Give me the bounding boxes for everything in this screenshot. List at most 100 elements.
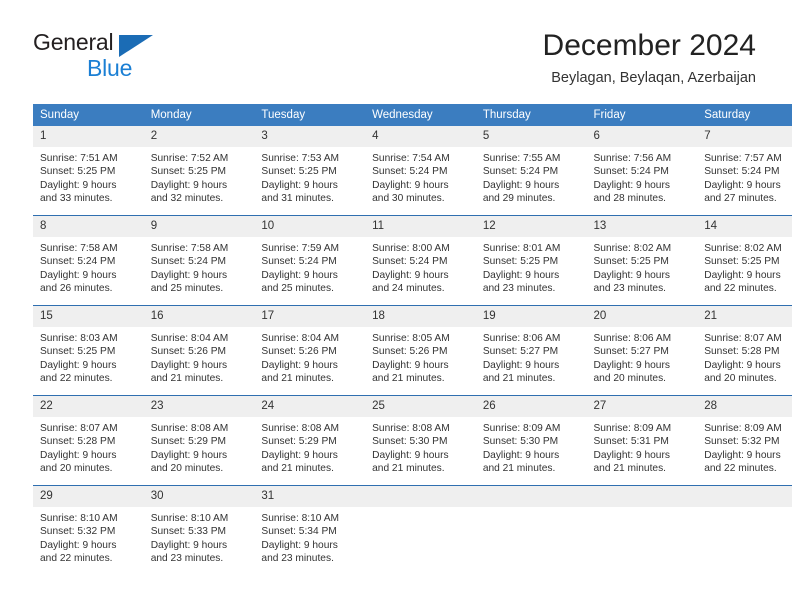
day-cell[interactable]: 27 Sunrise: 8:09 AM Sunset: 5:31 PM Dayligh…	[586, 395, 698, 486]
daylight-text-line2: and 20 minutes.	[150, 463, 224, 475]
page-title: December 2024	[542, 29, 756, 62]
day-number: 20	[586, 306, 698, 327]
day-cell[interactable]: 17 Sunrise: 8:04 AM Sunset: 5:26 PM Dayligh…	[254, 305, 366, 396]
day-number: 10	[254, 216, 366, 237]
day-cell[interactable]: 24 Sunrise: 8:08 AM Sunset: 5:29 PM Dayligh…	[254, 395, 366, 486]
sunset-text: Sunset: 5:32 PM	[40, 526, 116, 538]
day-details: Sunrise: 7:51 AM Sunset: 5:25 PM Daylight:…	[33, 147, 144, 206]
daylight-text-line2: and 25 minutes.	[150, 283, 224, 295]
day-details: Sunrise: 8:01 AM Sunset: 5:25 PM Daylight:…	[476, 237, 587, 296]
day-details: Sunrise: 8:09 AM Sunset: 5:30 PM Daylight:…	[476, 417, 587, 476]
day-cell[interactable]: 2 Sunrise: 7:52 AM Sunset: 5:25 PM Daylight…	[143, 126, 255, 216]
weekday-header-wednesday: Wednesday	[365, 104, 476, 126]
weekday-header-tuesday: Tuesday	[254, 104, 366, 126]
sunset-text: Sunset: 5:34 PM	[261, 526, 337, 538]
daylight-text-line2: and 32 minutes.	[150, 193, 224, 205]
day-cell[interactable]: 28 Sunrise: 8:09 AM Sunset: 5:32 PM Dayligh…	[697, 395, 792, 486]
sunset-text: Sunset: 5:28 PM	[704, 346, 780, 358]
weekday-header-thursday: Thursday	[475, 104, 587, 126]
day-cell[interactable]: 10 Sunrise: 7:59 AM Sunset: 5:24 PM Dayligh…	[254, 215, 366, 306]
day-cell[interactable]: 15 Sunrise: 8:03 AM Sunset: 5:25 PM Dayligh…	[33, 305, 144, 396]
day-number: 23	[143, 396, 255, 417]
day-details: Sunrise: 8:00 AM Sunset: 5:24 PM Daylight:…	[365, 237, 476, 296]
day-number	[475, 486, 587, 507]
day-cell[interactable]: 16 Sunrise: 8:04 AM Sunset: 5:26 PM Dayligh…	[143, 305, 255, 396]
sunrise-text: Sunrise: 8:06 AM	[593, 333, 672, 344]
sunrise-text: Sunrise: 8:10 AM	[261, 513, 339, 524]
day-cell-empty	[365, 485, 476, 575]
sunrise-text: Sunrise: 7:58 AM	[150, 243, 229, 254]
day-cell[interactable]: 12 Sunrise: 8:01 AM Sunset: 5:25 PM Dayligh…	[475, 215, 587, 306]
daylight-text-line1: Daylight: 9 hours	[704, 359, 781, 371]
sunrise-text: Sunrise: 7:52 AM	[150, 153, 229, 164]
day-details: Sunrise: 8:06 AM Sunset: 5:27 PM Daylight:…	[587, 327, 698, 386]
day-number: 11	[365, 216, 476, 237]
day-cell[interactable]: 19 Sunrise: 8:06 AM Sunset: 5:27 PM Dayligh…	[475, 305, 587, 396]
day-cell[interactable]: 29 Sunrise: 8:10 AM Sunset: 5:32 PM Dayligh…	[33, 485, 144, 575]
brand-text-blue: Blue	[87, 55, 133, 81]
calendar-page: General Blue December 2024 Beylagan, Bey…	[0, 0, 792, 612]
daylight-text-line2: and 22 minutes.	[704, 283, 777, 295]
daylight-text-line1: Daylight: 9 hours	[372, 359, 449, 371]
day-cell[interactable]: 23 Sunrise: 8:08 AM Sunset: 5:29 PM Dayligh…	[143, 395, 255, 486]
day-details: Sunrise: 8:08 AM Sunset: 5:29 PM Daylight:…	[254, 417, 365, 476]
sunset-text: Sunset: 5:25 PM	[261, 166, 337, 178]
daylight-text-line2: and 29 minutes.	[482, 193, 556, 205]
day-cell[interactable]: 31 Sunrise: 8:10 AM Sunset: 5:34 PM Dayligh…	[254, 485, 366, 575]
day-cell[interactable]: 13 Sunrise: 8:02 AM Sunset: 5:25 PM Dayligh…	[586, 215, 698, 306]
sunrise-text: Sunrise: 8:10 AM	[40, 513, 118, 524]
daylight-text-line1: Daylight: 9 hours	[150, 449, 228, 461]
day-cell[interactable]: 5 Sunrise: 7:55 AM Sunset: 5:24 PM Daylight…	[475, 126, 587, 216]
day-details: Sunrise: 8:05 AM Sunset: 5:26 PM Daylight:…	[365, 327, 476, 386]
day-cell[interactable]: 8 Sunrise: 7:58 AM Sunset: 5:24 PM Daylight…	[33, 215, 144, 306]
daylight-text-line1: Daylight: 9 hours	[704, 269, 781, 281]
daylight-text-line2: and 26 minutes.	[40, 283, 113, 295]
day-details: Sunrise: 8:04 AM Sunset: 5:26 PM Daylight:…	[254, 327, 365, 386]
day-cell[interactable]: 18 Sunrise: 8:05 AM Sunset: 5:26 PM Dayligh…	[365, 305, 476, 396]
daylight-text-line1: Daylight: 9 hours	[150, 539, 228, 551]
day-cell[interactable]: 1 Sunrise: 7:51 AM Sunset: 5:25 PM Daylight…	[33, 126, 144, 216]
day-cell[interactable]: 9 Sunrise: 7:58 AM Sunset: 5:24 PM Daylight…	[143, 215, 255, 306]
sunset-text: Sunset: 5:27 PM	[482, 346, 559, 358]
daylight-text-line2: and 20 minutes.	[593, 373, 667, 385]
daylight-text-line2: and 22 minutes.	[704, 463, 777, 475]
day-number: 8	[33, 216, 144, 237]
day-cell[interactable]: 6 Sunrise: 7:56 AM Sunset: 5:24 PM Daylight…	[586, 126, 698, 216]
sunset-text: Sunset: 5:24 PM	[261, 256, 337, 268]
daylight-text-line1: Daylight: 9 hours	[482, 269, 560, 281]
day-cell[interactable]: 21 Sunrise: 8:07 AM Sunset: 5:28 PM Dayligh…	[697, 305, 792, 396]
daylight-text-line2: and 21 minutes.	[261, 373, 334, 385]
day-number: 14	[697, 216, 792, 237]
day-number: 19	[475, 306, 587, 327]
sunrise-text: Sunrise: 7:55 AM	[482, 153, 561, 164]
sunset-text: Sunset: 5:25 PM	[593, 256, 669, 268]
day-details: Sunrise: 8:08 AM Sunset: 5:29 PM Daylight:…	[144, 417, 255, 476]
daylight-text-line1: Daylight: 9 hours	[593, 449, 670, 461]
sunrise-text: Sunrise: 8:00 AM	[372, 243, 450, 254]
day-cell[interactable]: 7 Sunrise: 7:57 AM Sunset: 5:24 PM Daylight…	[697, 126, 792, 216]
day-details: Sunrise: 8:10 AM Sunset: 5:32 PM Daylight:…	[33, 507, 144, 566]
day-number: 9	[143, 216, 255, 237]
sunrise-text: Sunrise: 8:10 AM	[150, 513, 229, 524]
sunset-text: Sunset: 5:26 PM	[150, 346, 227, 358]
day-cell[interactable]: 30 Sunrise: 8:10 AM Sunset: 5:33 PM Dayligh…	[143, 485, 255, 575]
day-cell[interactable]: 25 Sunrise: 8:08 AM Sunset: 5:30 PM Dayligh…	[365, 395, 476, 486]
daylight-text-line1: Daylight: 9 hours	[261, 539, 338, 551]
day-cell[interactable]: 22 Sunrise: 8:07 AM Sunset: 5:28 PM Dayligh…	[33, 395, 144, 486]
day-cell-empty	[697, 485, 792, 575]
day-cell[interactable]: 14 Sunrise: 8:02 AM Sunset: 5:25 PM Dayligh…	[697, 215, 792, 306]
day-details: Sunrise: 7:57 AM Sunset: 5:24 PM Daylight:…	[697, 147, 792, 206]
day-cell[interactable]: 11 Sunrise: 8:00 AM Sunset: 5:24 PM Dayligh…	[365, 215, 476, 306]
daylight-text-line2: and 22 minutes.	[40, 553, 113, 565]
day-cell[interactable]: 26 Sunrise: 8:09 AM Sunset: 5:30 PM Dayligh…	[475, 395, 587, 486]
sunrise-text: Sunrise: 7:51 AM	[40, 153, 118, 164]
day-number	[697, 486, 792, 507]
day-details: Sunrise: 7:58 AM Sunset: 5:24 PM Daylight:…	[33, 237, 144, 296]
day-number: 12	[475, 216, 587, 237]
day-cell[interactable]: 3 Sunrise: 7:53 AM Sunset: 5:25 PM Daylight…	[254, 126, 366, 216]
daylight-text-line1: Daylight: 9 hours	[40, 359, 117, 371]
daylight-text-line2: and 27 minutes.	[704, 193, 777, 205]
day-cell[interactable]: 20 Sunrise: 8:06 AM Sunset: 5:27 PM Dayligh…	[586, 305, 698, 396]
day-details: Sunrise: 7:53 AM Sunset: 5:25 PM Daylight:…	[254, 147, 365, 206]
day-cell[interactable]: 4 Sunrise: 7:54 AM Sunset: 5:24 PM Daylight…	[365, 126, 476, 216]
